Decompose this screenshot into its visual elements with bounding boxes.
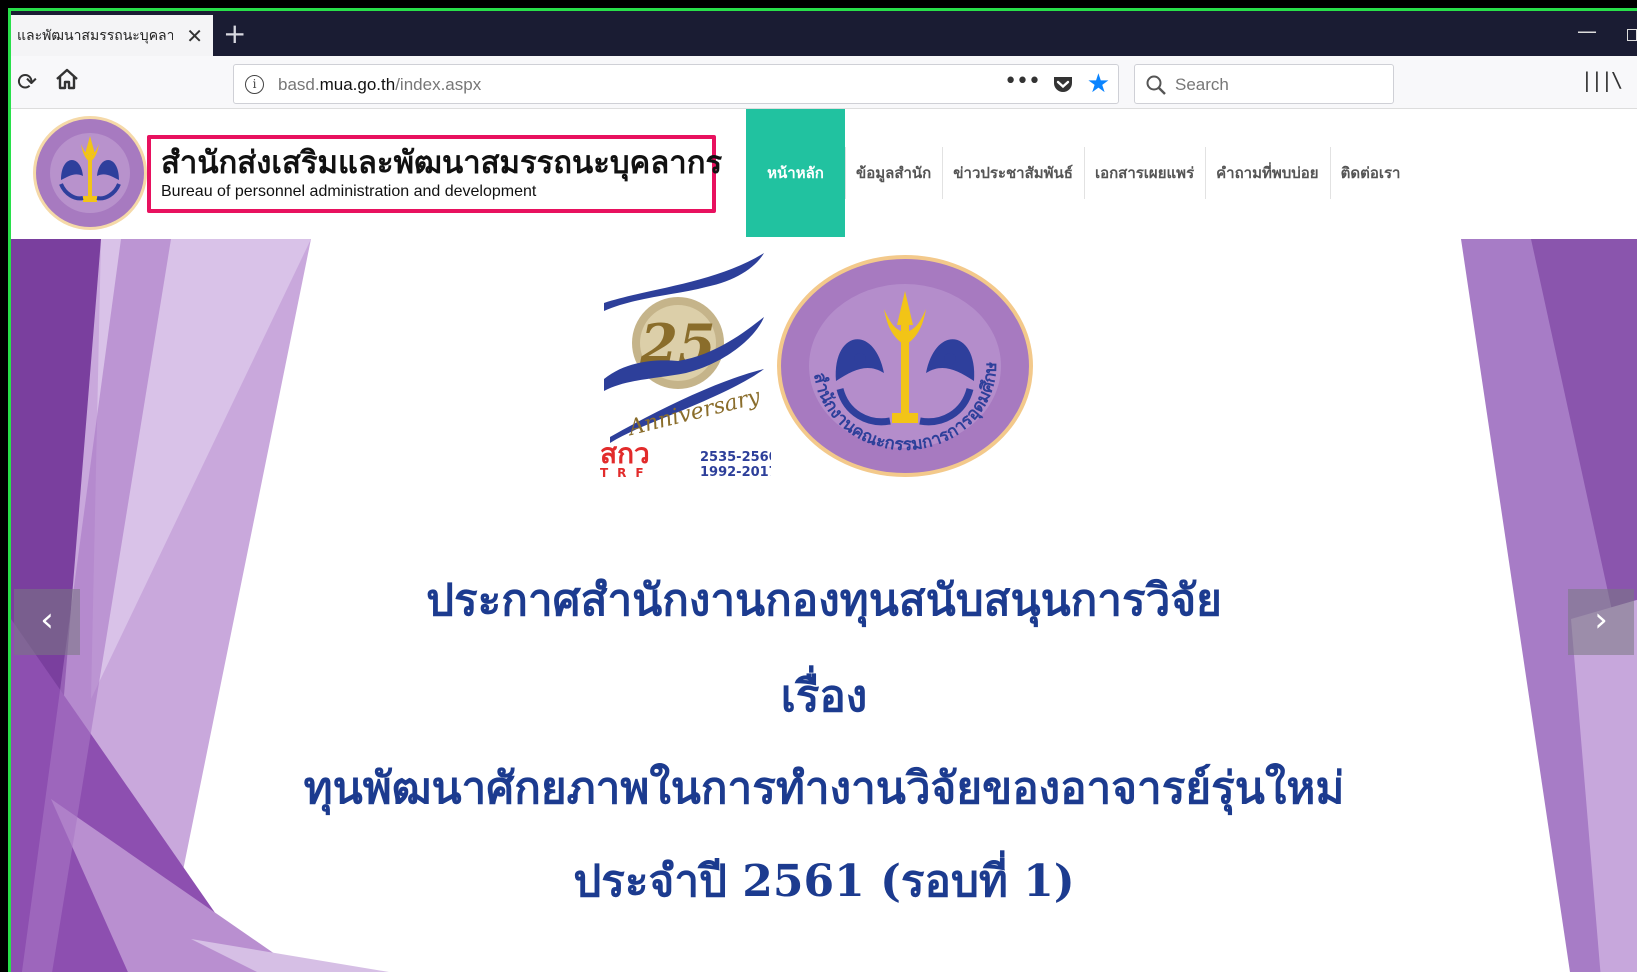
search-icon — [1145, 74, 1167, 100]
minimize-button[interactable]: — — [1577, 19, 1597, 43]
nav-item-publications[interactable]: เอกสารเผยแพร่ — [1083, 109, 1205, 237]
svg-text:TRF: TRF — [600, 466, 653, 480]
tab-close-icon[interactable]: ✕ — [186, 24, 203, 48]
site-title-thai: สำนักส่งเสริมและพัฒนาสมรรถนะบุคลากร — [161, 145, 723, 181]
browser-window: และพัฒนาสมรรถนะบุคลาก ✕ + — ⟳ i basd.mua… — [8, 8, 1637, 972]
site-logo[interactable] — [31, 114, 149, 232]
slider-prev-button[interactable]: ‹ — [14, 589, 80, 655]
announcement-subject-label: เรื่อง — [780, 671, 868, 722]
svg-text:1992-2017: 1992-2017 — [700, 465, 771, 480]
site-header: สำนักส่งเสริมและพัฒนาสมรรถนะบุคลากร Bure… — [11, 109, 1637, 239]
ohec-seal: สำนักงานคณะกรรมการการอุดมศึกษา — [769, 239, 1036, 479]
tab-title: และพัฒนาสมรรถนะบุคลาก — [17, 27, 173, 44]
browser-toolbar: ⟳ i basd.mua.go.th/index.aspx ••• ★ Sear… — [11, 56, 1637, 109]
site-brand[interactable]: สำนักส่งเสริมและพัฒนาสมรรถนะบุคลากร Bure… — [147, 135, 723, 213]
library-icon[interactable]: |||\ — [1581, 68, 1623, 92]
nav-item-home[interactable]: หน้าหลัก — [746, 109, 845, 237]
nav-item-faq[interactable]: คำถามที่พบบ่อย — [1205, 109, 1329, 237]
search-bar[interactable]: Search — [1134, 64, 1394, 104]
svg-text:Anniversary: Anniversary — [624, 384, 763, 441]
tab-strip: และพัฒนาสมรรถนะบุคลาก ✕ + — — [11, 11, 1637, 56]
trf-25-anniversary-logo: 25 Anniversary สกว TRF 2535-2560 1992-20… — [586, 251, 778, 485]
home-icon[interactable] — [54, 66, 80, 96]
search-placeholder: Search — [1175, 75, 1229, 94]
hero-slider: 25 Anniversary สกว TRF 2535-2560 1992-20… — [11, 239, 1637, 972]
site-info-icon[interactable]: i — [245, 75, 264, 94]
bookmark-star-icon[interactable]: ★ — [1087, 69, 1110, 99]
announcement-title: ทุนพัฒนาศักยภาพในการทำงานวิจัยของอาจารย์… — [303, 763, 1345, 814]
nav-item-about[interactable]: ข้อมูลสำนัก — [845, 109, 942, 237]
restore-button[interactable] — [1627, 29, 1637, 41]
pocket-icon[interactable] — [1052, 74, 1074, 100]
main-nav: หน้าหลัก ข้อมูลสำนัก ข่าวประชาสัมพันธ์ เ… — [746, 109, 1411, 237]
url-bar[interactable]: i basd.mua.go.th/index.aspx ••• ★ — [233, 64, 1119, 104]
nav-item-contact[interactable]: ติดต่อเรา — [1329, 109, 1412, 237]
announcement-year: ประจำปี 2561 (รอบที่ 1) — [573, 856, 1075, 907]
new-tab-button[interactable]: + — [223, 17, 246, 50]
slider-next-button[interactable]: › — [1568, 589, 1634, 655]
svg-text:2535-2560: 2535-2560 — [700, 450, 771, 465]
browser-tab[interactable]: และพัฒนาสมรรถนะบุคลาก ✕ — [11, 15, 213, 56]
site-title-english: Bureau of personnel administration and d… — [161, 183, 537, 200]
url-text: basd.mua.go.th/index.aspx — [278, 75, 482, 94]
page-actions-icon[interactable]: ••• — [1004, 69, 1041, 94]
nav-item-news[interactable]: ข่าวประชาสัมพันธ์ — [942, 109, 1084, 237]
reload-icon[interactable]: ⟳ — [17, 68, 37, 96]
announcement-heading: ประกาศสำนักงานกองทุนสนับสนุนการวิจัย — [426, 575, 1222, 626]
